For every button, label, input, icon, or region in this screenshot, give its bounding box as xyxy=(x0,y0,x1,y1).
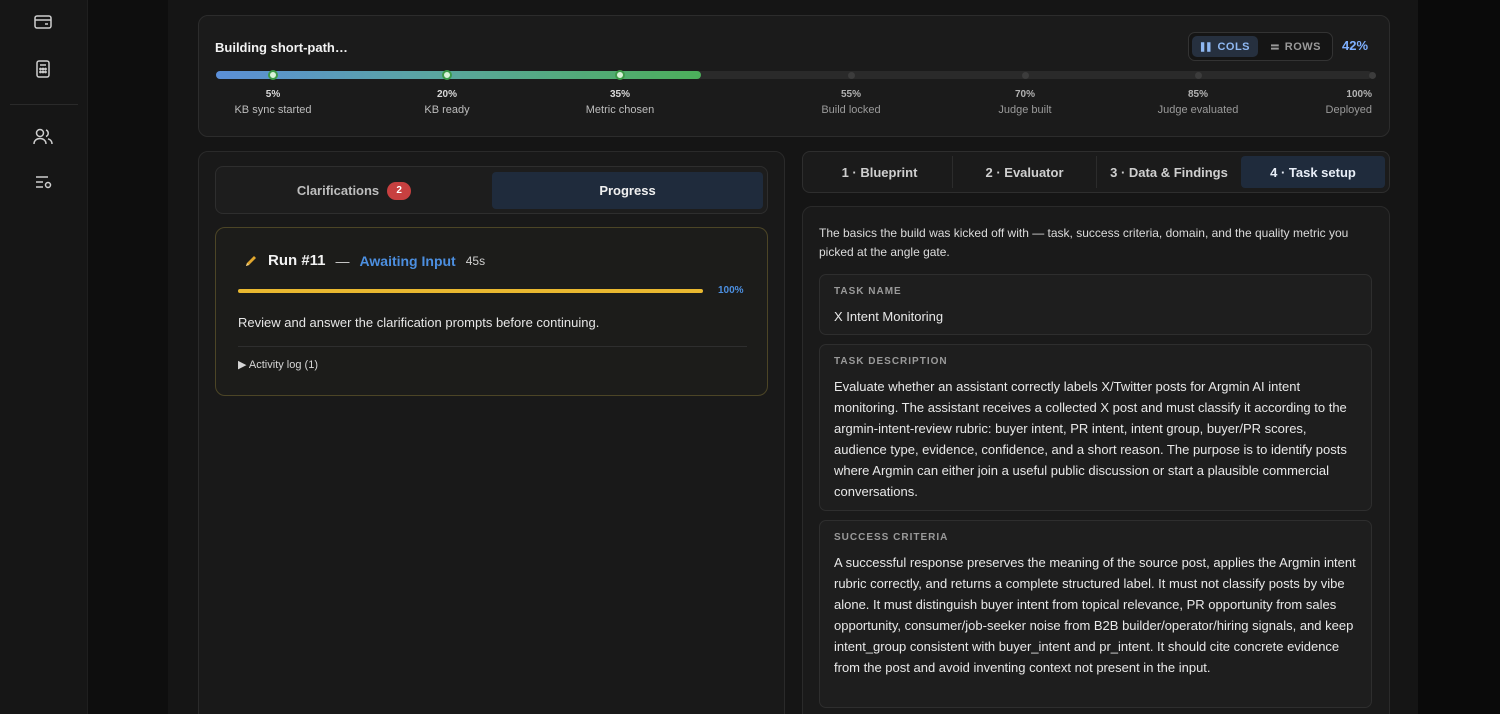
success-criteria-label: SUCCESS CRITERIA xyxy=(834,532,949,543)
task-name-value: X Intent Monitoring xyxy=(834,309,944,324)
task-name-field: TASK NAME X Intent Monitoring xyxy=(819,274,1372,335)
cols-toggle-button[interactable]: COLS xyxy=(1192,36,1258,57)
run-status: Awaiting Input xyxy=(359,252,456,269)
milestone-dot xyxy=(442,70,452,80)
run-message: Review and answer the clarification prom… xyxy=(238,315,600,330)
card-icon[interactable] xyxy=(32,11,54,33)
milestone: 70% Judge built xyxy=(955,89,1095,116)
nav-rail xyxy=(0,0,88,714)
right-tab-bar: 1 · Blueprint 2 · Evaluator 3 · Data & F… xyxy=(802,151,1390,193)
tab-blueprint[interactable]: 1 · Blueprint xyxy=(807,156,953,188)
view-toggle: COLS ROWS xyxy=(1188,32,1333,61)
milestone-label: KB sync started xyxy=(234,104,312,116)
clarifications-count-badge: 2 xyxy=(387,181,412,200)
run-progress-bar xyxy=(238,289,703,293)
milestone: 55% Build locked xyxy=(781,89,921,116)
build-progress-card: Building short-path… COLS ROWS 42% 5% KB … xyxy=(198,15,1390,137)
tab-clarifications[interactable]: Clarifications 2 xyxy=(218,172,490,209)
milestone: 35% Metric chosen xyxy=(550,89,690,116)
run-progress-percent: 100% xyxy=(718,285,744,296)
milestone-dot xyxy=(268,70,278,80)
build-percent: 42% xyxy=(1342,38,1369,53)
tab-progress[interactable]: Progress xyxy=(492,172,763,209)
milestone-label: Judge built xyxy=(998,104,1052,116)
task-description-field: TASK DESCRIPTION Evaluate whether an ass… xyxy=(819,344,1372,511)
rows-icon xyxy=(1271,43,1279,50)
milestone-dot xyxy=(848,72,855,79)
tab-evaluator[interactable]: 2 · Evaluator xyxy=(953,156,1097,188)
milestone-dot xyxy=(1022,72,1029,79)
run-title: Run #11 xyxy=(268,252,326,269)
milestone-label: KB ready xyxy=(424,104,470,116)
cols-label: COLS xyxy=(1217,40,1250,53)
success-criteria-field: SUCCESS CRITERIA A successful response p… xyxy=(819,520,1372,708)
milestone-dot xyxy=(1195,72,1202,79)
tab-clarifications-label: Clarifications xyxy=(296,183,380,198)
task-description-label: TASK DESCRIPTION xyxy=(834,356,948,367)
tab-progress-label: Progress xyxy=(599,183,656,198)
milestone-percent: 20% xyxy=(436,89,457,100)
list-settings-icon[interactable] xyxy=(32,171,54,193)
gutter-left xyxy=(88,0,168,714)
milestone-percent: 35% xyxy=(609,89,630,100)
task-name-label: TASK NAME xyxy=(834,286,902,297)
success-criteria-value: A successful response preserves the mean… xyxy=(834,555,1356,675)
milestone-percent: 5% xyxy=(265,89,281,100)
milestone: 20% KB ready xyxy=(377,89,517,116)
milestone-dot xyxy=(1369,72,1376,79)
run-card: Run #11 — Awaiting Input 45s 100% Review… xyxy=(215,227,768,396)
left-tab-bar: Clarifications 2 Progress xyxy=(215,166,768,214)
rail-divider xyxy=(10,104,78,105)
milestone-dot xyxy=(615,70,625,80)
milestone: 100% Deployed xyxy=(1232,89,1372,116)
users-icon[interactable] xyxy=(32,126,54,148)
run-header: Run #11 — Awaiting Input 45s xyxy=(244,252,485,269)
run-elapsed: 45s xyxy=(465,253,486,268)
tab-task-setup[interactable]: 4 · Task setup xyxy=(1241,156,1385,188)
pencil-icon xyxy=(246,255,256,266)
calculator-icon[interactable] xyxy=(32,58,54,80)
build-title: Building short-path… xyxy=(215,40,348,55)
milestone: 5% KB sync started xyxy=(203,89,343,116)
rows-toggle-button[interactable]: ROWS xyxy=(1263,36,1329,57)
gutter-right xyxy=(1418,0,1500,714)
milestone-label: Deployed xyxy=(1325,104,1372,116)
run-title-separator: — xyxy=(335,252,350,269)
build-progress-fill xyxy=(216,71,701,79)
task-description-value: Evaluate whether an assistant correctly … xyxy=(834,379,1347,499)
milestone-label: Metric chosen xyxy=(585,104,655,116)
activity-log-toggle[interactable]: ▶ Activity log (1) xyxy=(238,358,318,371)
milestone-percent: 70% xyxy=(1014,89,1035,100)
milestone-label: Build locked xyxy=(821,104,881,116)
run-divider xyxy=(238,346,747,347)
milestone-percent: 55% xyxy=(840,89,861,100)
task-setup-intro: The basics the build was kicked off with… xyxy=(819,226,1349,259)
rows-label: ROWS xyxy=(1284,40,1321,53)
tab-data-findings[interactable]: 3 · Data & Findings xyxy=(1097,156,1241,188)
milestone-percent: 100% xyxy=(1346,89,1372,100)
columns-icon xyxy=(1200,41,1211,52)
